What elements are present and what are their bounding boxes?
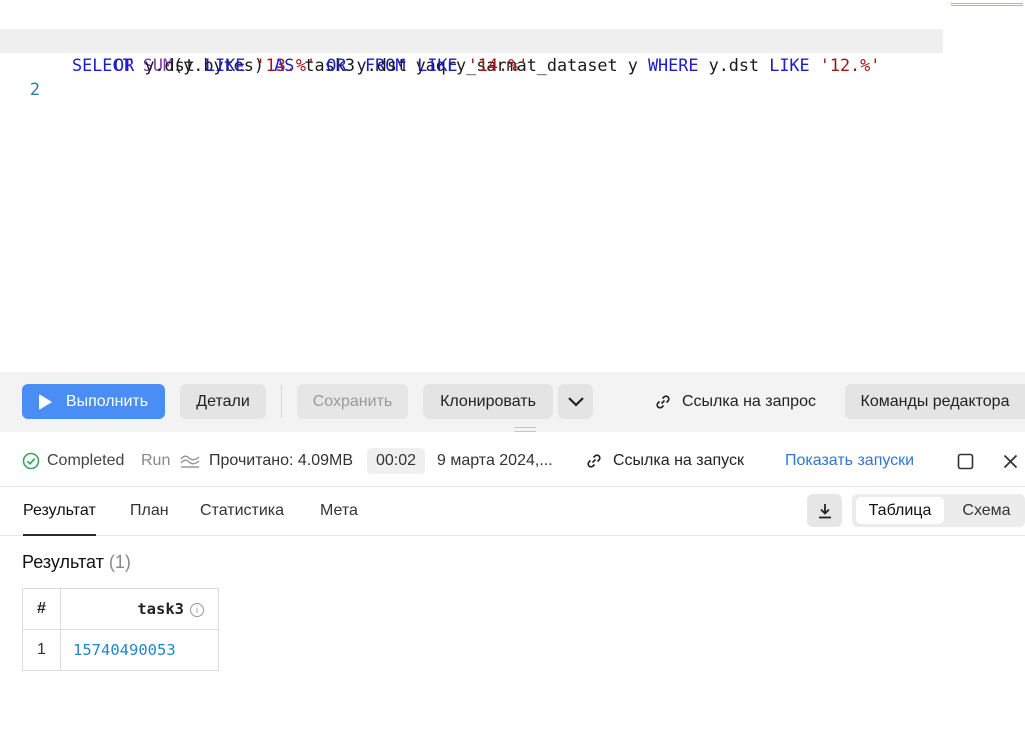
chevron-down-icon (567, 396, 584, 407)
code-line-2[interactable]: 2 (0, 53, 40, 99)
view-schema-option[interactable]: Схема (948, 497, 1025, 524)
download-icon (818, 503, 831, 518)
duration-chip: 00:02 (367, 436, 426, 486)
result-heading: Результат (1) (22, 552, 131, 572)
result-count: (1) (108, 552, 131, 572)
link-icon (656, 394, 670, 409)
result-tabs: Результат План Статистика Мета Таблица С… (0, 487, 1025, 536)
code-text[interactable]: OR y.dst LIKE '13.%' OR y.dst LIKE '14.%… (114, 53, 528, 77)
run-type-label: Run (141, 452, 171, 469)
run-date: 9 марта 2024,... (437, 452, 553, 469)
run-link-button[interactable]: Ссылка на запуск (586, 436, 744, 486)
read-info: Прочитано: 4.09MB (180, 436, 353, 486)
tab-meta[interactable]: Мета (320, 487, 358, 535)
row-index-cell: 1 (22, 629, 61, 671)
table-header-row: # task3 i (22, 588, 219, 630)
editor-minimap (951, 3, 1023, 7)
show-runs-link[interactable]: Показать запуски (785, 436, 914, 486)
run-status-bar: Completed Run Прочитано: 4.09MB 00:02 9 … (0, 436, 1025, 487)
close-icon (1003, 454, 1018, 468)
clone-button[interactable]: Клонировать (423, 384, 553, 419)
code-line-1[interactable]: 1 SELECT SUM(y.bytes) AS task3 FROM yaqr… (0, 5, 880, 75)
info-icon[interactable]: i (190, 602, 204, 617)
details-button[interactable]: Детали (180, 384, 266, 419)
table-row: 1 15740490053 (22, 629, 219, 671)
query-toolbar: Выполнить Детали Сохранить Клонировать С… (0, 372, 1025, 432)
code-line-1-wrap[interactable]: OR y.dst LIKE '13.%' OR y.dst LIKE '14.%… (0, 29, 943, 75)
line-number: 2 (29, 79, 40, 99)
column-header-index: # (22, 588, 61, 630)
resize-handle[interactable] (514, 427, 536, 435)
query-link-button[interactable]: Ссылка на запрос (655, 384, 816, 419)
status-badge: Completed (22, 436, 124, 486)
tab-result[interactable]: Результат (23, 487, 96, 536)
editor-commands-button[interactable]: Команды редактора (845, 384, 1025, 419)
square-icon (957, 453, 974, 469)
column-header-task3[interactable]: task3 i (60, 588, 219, 630)
play-icon (38, 393, 52, 410)
sql-editor[interactable]: 1 SELECT SUM(y.bytes) AS task3 FROM yaqr… (0, 0, 1025, 372)
run-button[interactable]: Выполнить (22, 384, 165, 419)
link-icon (587, 454, 601, 468)
data-waves-icon (180, 455, 200, 468)
result-table: # task3 i 1 15740490053 (22, 588, 219, 671)
maximize-button[interactable] (957, 436, 974, 486)
view-table-option[interactable]: Таблица (856, 497, 944, 524)
close-button[interactable] (1003, 436, 1018, 486)
download-button[interactable] (807, 494, 842, 527)
tab-statistics[interactable]: Статистика (200, 487, 284, 535)
tab-plan[interactable]: План (130, 487, 169, 535)
clone-dropdown-button[interactable] (558, 384, 593, 419)
toolbar-divider (281, 385, 282, 418)
save-button[interactable]: Сохранить (297, 384, 408, 419)
check-circle-icon (22, 452, 40, 470)
view-switcher: Таблица Схема (852, 494, 1025, 527)
table-cell[interactable]: 15740490053 (60, 629, 219, 671)
